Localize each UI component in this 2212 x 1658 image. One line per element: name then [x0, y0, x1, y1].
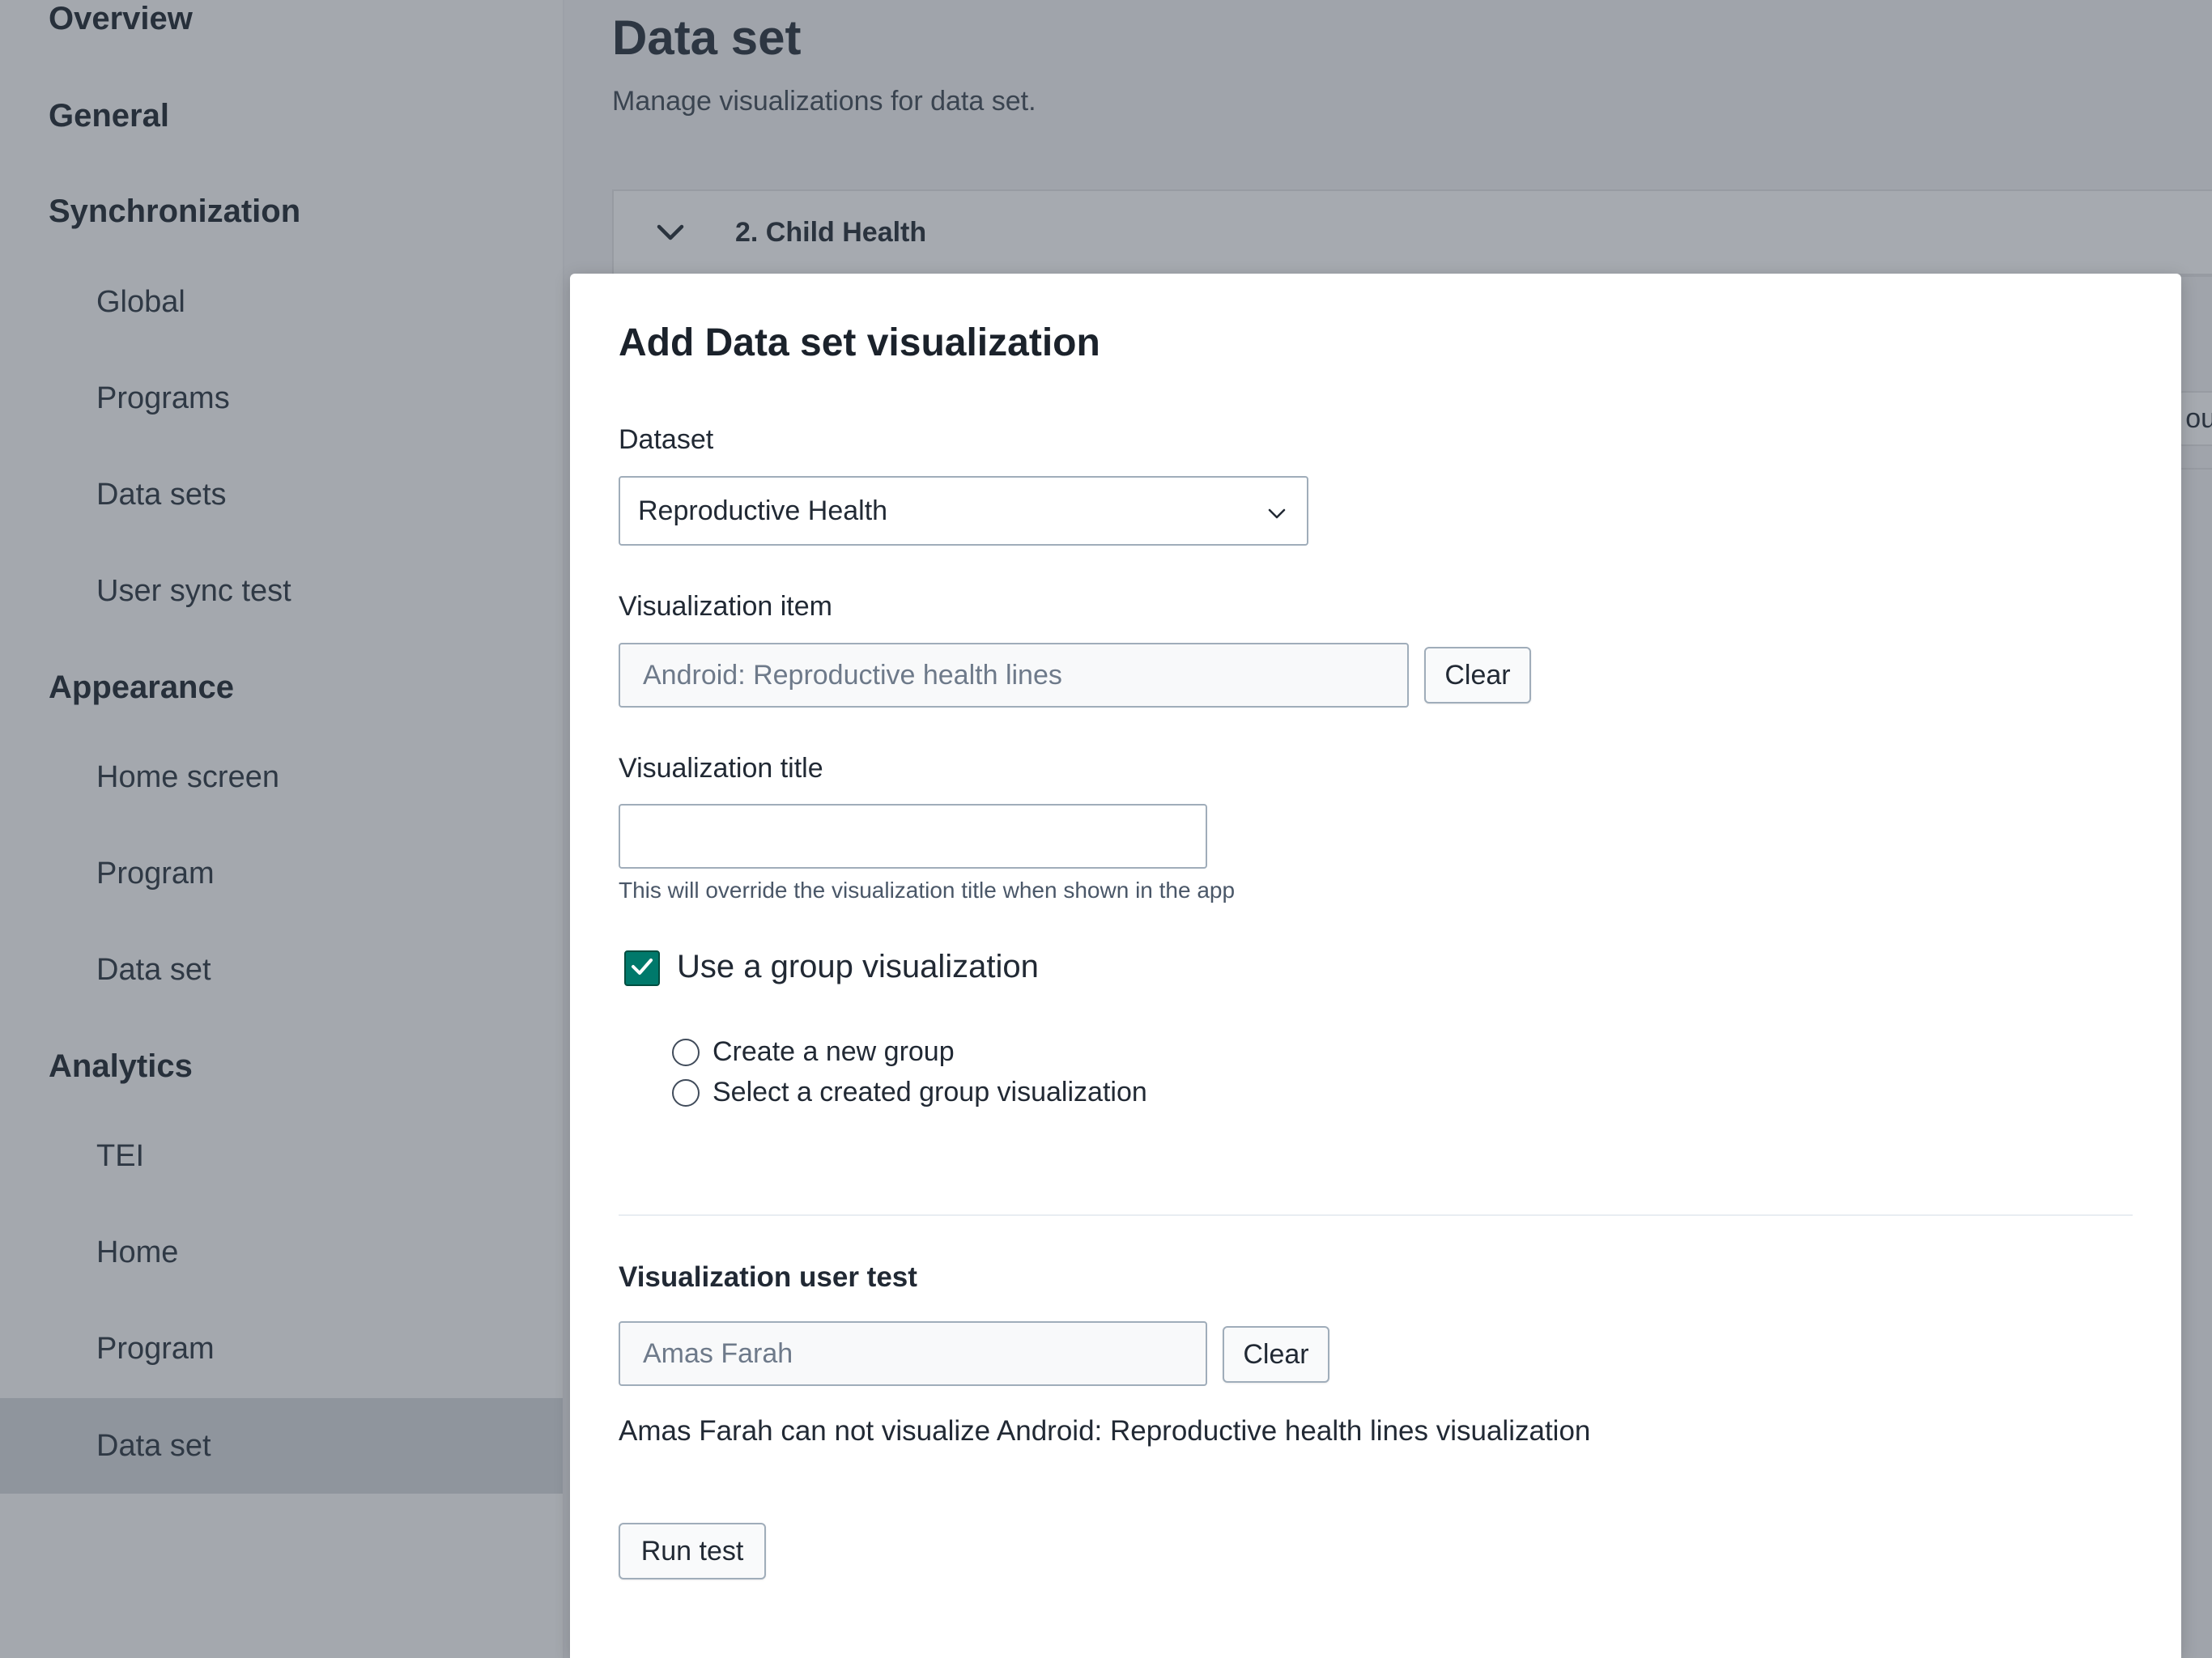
- sidebar-item-label: Global: [96, 284, 185, 319]
- sidebar-item-global[interactable]: Global: [0, 254, 563, 350]
- clear-button-label: Clear: [1444, 659, 1511, 691]
- clear-visualization-item-button[interactable]: Clear: [1424, 647, 1531, 704]
- sidebar-item-label: Data set: [96, 952, 211, 987]
- visualization-title-input[interactable]: [619, 804, 1207, 869]
- sidebar-item-label: Synchronization: [49, 193, 301, 229]
- sidebar-item-general[interactable]: General: [0, 68, 563, 164]
- sidebar-item-appearance[interactable]: Appearance: [0, 640, 563, 735]
- radio-button[interactable]: [672, 1078, 700, 1107]
- clear-user-button[interactable]: Clear: [1223, 1326, 1329, 1383]
- sidebar-item-analytics[interactable]: Analytics: [0, 1018, 563, 1114]
- sidebar-item-data-sets[interactable]: Data sets: [0, 447, 563, 542]
- user-test-label: Visualization user test: [619, 1261, 917, 1293]
- visualization-item-input[interactable]: Android: Reproductive health lines: [619, 643, 1409, 708]
- visualization-title-help: This will override the visualization tit…: [619, 878, 1236, 903]
- sidebar-item-label: Data set: [96, 1428, 211, 1463]
- group-visualization-checkbox[interactable]: [624, 950, 660, 986]
- fragment-label: oup: [2185, 403, 2212, 434]
- divider: [619, 1214, 2133, 1216]
- sidebar-item-label: Overview: [49, 0, 193, 36]
- page-subtitle: Manage visualizations for data set.: [612, 86, 1036, 117]
- chevron-down-icon: [1268, 495, 1286, 527]
- test-result-text: Amas Farah can not visualize Android: Re…: [619, 1415, 1591, 1447]
- radio-label: Create a new group: [713, 1036, 955, 1067]
- sidebar-item-home-screen[interactable]: Home screen: [0, 729, 563, 825]
- sidebar-item-label: TEI: [96, 1138, 145, 1173]
- group-visualization-label[interactable]: Use a group visualization: [677, 949, 1039, 985]
- sidebar-item-analytics-program[interactable]: Program: [0, 1301, 563, 1397]
- sidebar-item-label: General: [49, 97, 169, 134]
- add-visualization-modal: Add Data set visualization Dataset Repro…: [570, 274, 2181, 1658]
- sidebar-item-analytics-data-set[interactable]: Data set: [0, 1398, 563, 1494]
- sidebar-item-label: Program: [96, 856, 215, 891]
- sidebar-item-appearance-data-set[interactable]: Data set: [0, 922, 563, 1018]
- sidebar-item-label: User sync test: [96, 573, 291, 608]
- sidebar-item-synchronization[interactable]: Synchronization: [0, 164, 563, 259]
- run-test-button[interactable]: Run test: [619, 1523, 766, 1579]
- radio-create-new-group[interactable]: Create a new group: [672, 1036, 955, 1068]
- sidebar-item-label: Home: [96, 1235, 179, 1269]
- sidebar-item-user-sync-test[interactable]: User sync test: [0, 543, 563, 639]
- sidebar-item-home[interactable]: Home: [0, 1205, 563, 1300]
- dataset-select-value: Reproductive Health: [638, 495, 888, 526]
- radio-select-created-group[interactable]: Select a created group visualization: [672, 1077, 1147, 1108]
- divider: [2178, 468, 2212, 470]
- sidebar-item-overview[interactable]: Overview: [0, 0, 563, 66]
- sidebar-item-label: Data sets: [96, 477, 227, 512]
- sidebar-item-label: Program: [96, 1331, 215, 1366]
- group-button-fragment[interactable]: oup: [2178, 391, 2212, 446]
- radio-label: Select a created group visualization: [713, 1077, 1147, 1107]
- modal-title: Add Data set visualization: [619, 321, 1100, 364]
- checkmark-icon: [630, 957, 654, 980]
- sidebar-item-tei[interactable]: TEI: [0, 1108, 563, 1204]
- accordion-child-health[interactable]: 2. Child Health: [612, 189, 2212, 275]
- dataset-label: Dataset: [619, 424, 714, 455]
- sidebar-item-appearance-program[interactable]: Program: [0, 826, 563, 921]
- sidebar-item-programs[interactable]: Programs: [0, 351, 563, 446]
- page-title: Data set: [612, 11, 802, 65]
- accordion-label: 2. Child Health: [735, 216, 927, 248]
- radio-button[interactable]: [672, 1038, 700, 1066]
- divider: [2178, 275, 2212, 277]
- sidebar-item-label: Programs: [96, 380, 230, 415]
- sidebar-item-label: Home screen: [96, 759, 279, 794]
- dataset-select[interactable]: Reproductive Health: [619, 476, 1308, 546]
- clear-button-label: Clear: [1243, 1338, 1309, 1370]
- visualization-item-label: Visualization item: [619, 591, 832, 622]
- visualization-title-label: Visualization title: [619, 753, 823, 784]
- run-test-label: Run test: [640, 1535, 744, 1567]
- sidebar-item-label: Appearance: [49, 669, 234, 705]
- visualization-item-value: Android: Reproductive health lines: [643, 659, 1062, 691]
- chevron-down-icon: [646, 223, 695, 242]
- sidebar-item-label: Analytics: [49, 1048, 193, 1084]
- sidebar: Overview General Synchronization Global …: [0, 0, 564, 1658]
- user-test-value: Amas Farah: [643, 1337, 793, 1369]
- user-test-input[interactable]: Amas Farah: [619, 1321, 1207, 1386]
